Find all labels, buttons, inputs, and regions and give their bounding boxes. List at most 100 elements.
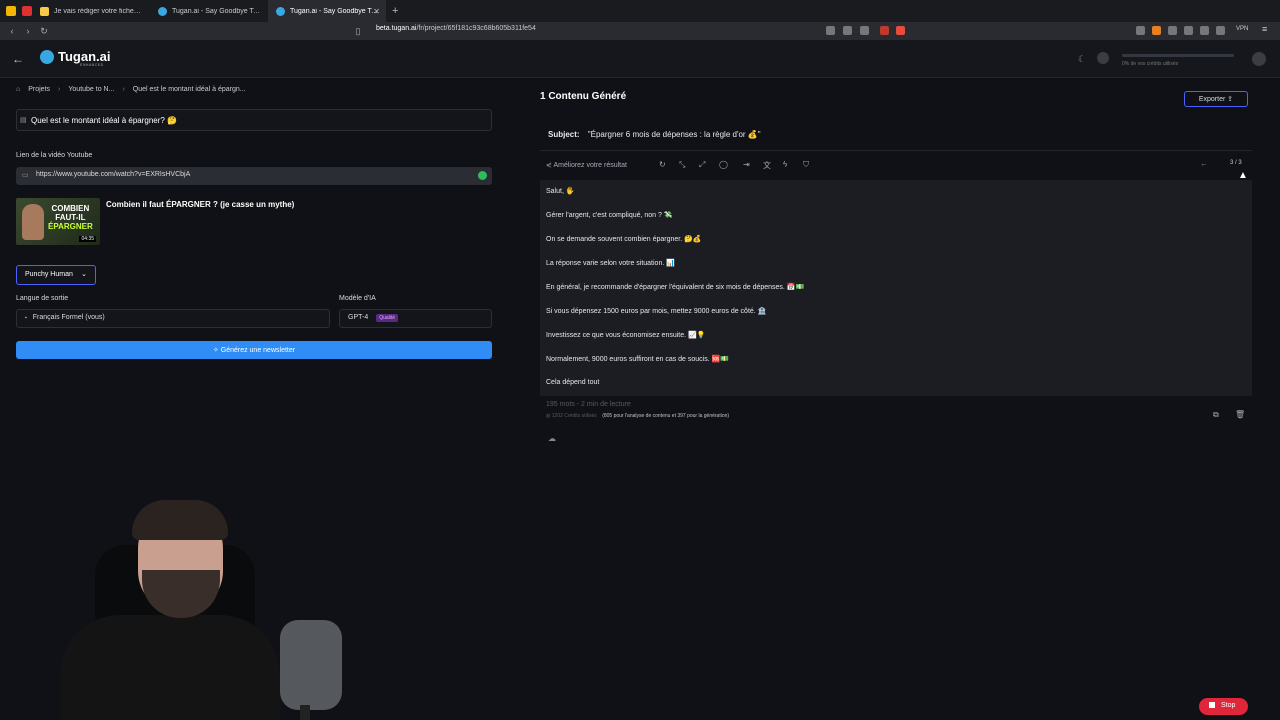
content-paragraph: Cela dépend tout [546,379,600,386]
dark-mode-icon[interactable]: ☾ [1078,54,1086,65]
cloud-icon[interactable]: ☁ [548,434,556,443]
breadcrumb-item-projects[interactable]: Projets [28,86,50,93]
thumbnail-line-1: COMBIEN [51,204,90,213]
back-arrow-icon[interactable]: ‹ [4,26,20,36]
tab-fiverr[interactable]: Je vais rédiger votre fiche produit [32,0,150,22]
extension-icon[interactable] [860,26,869,35]
person-body [60,615,280,720]
check-icon [478,171,487,180]
shorten-icon[interactable]: ⤡ [679,160,685,170]
vpn-button[interactable]: VPN [1236,26,1248,32]
extension-icon[interactable] [1184,26,1193,35]
forward-arrow-icon[interactable]: › [20,26,36,36]
content-paragraph: Si vous dépensez 1500 euros par mois, me… [546,308,767,315]
project-title-value: Quel est le montant idéal à épargner? 🤔 [31,116,178,125]
improve-result-button[interactable]: ⋞ Améliorez votre résultat [546,161,627,169]
generate-newsletter-button[interactable]: ✧ Générez une newsletter [16,341,492,359]
word-count: 195 mots - 2 min de lecture [546,401,631,408]
previous-version-icon[interactable]: ← [1200,159,1208,168]
bookmark-icon[interactable]: ▯ [350,26,366,37]
credits-used-value: 1202 Crédits utilisés [551,413,597,419]
subject-label: Subject: [548,130,580,139]
brave-rewards-icon[interactable] [896,26,905,35]
tab-title: Je vais rédiger votre fiche produit [54,7,142,15]
model-select[interactable]: GPT-4 Qualité [339,309,492,328]
tugan-logo-icon [40,50,54,64]
video-link-value: https://www.youtube.com/watch?v=EXRIsHVC… [36,171,191,178]
extension-icon[interactable] [1168,26,1177,35]
circle-icon[interactable]: ◯ [719,160,728,169]
sidebar-icon[interactable] [1200,26,1209,35]
tab-tugan-active[interactable]: Tugan.ai - Say Goodbye To Yo ✕ [268,0,386,22]
content-paragraph: En général, je recommande d'épargner l'é… [546,284,805,291]
generated-content-body[interactable]: Salut, 🖐️ Gérer l'argent, c'est compliqu… [540,180,1252,396]
tab-title: Tugan.ai - Say Goodbye To Yo [290,7,378,15]
new-tab-icon[interactable]: + [392,5,398,17]
breadcrumb-item-youtube[interactable]: Youtube to N... [68,86,114,93]
upload-icon: ⇪ [1227,96,1234,103]
document-icon: ▤ [20,117,27,124]
content-paragraph: Investissez ce que vous économisez ensui… [546,332,706,339]
coin-icon: ◍ [546,413,551,419]
back-arrow-icon[interactable]: ← [12,52,24,66]
presenter-figure [22,204,44,240]
extension-icon[interactable] [1152,26,1161,35]
thumbnail-line-3: ÉPARGNER [48,222,93,231]
content-toolbar: ⋞ Améliorez votre résultat ↻ ⤡ ⤢ ◯ ⇥ 文 ϟ… [540,150,1252,180]
url-host: beta.tugan.ai [376,25,417,32]
reload-icon[interactable]: ↻ [36,26,52,37]
project-title-input[interactable]: ▤ Quel est le montant idéal à épargner? … [16,109,492,131]
tab-favicon-icon [158,6,167,16]
browser-tab-bar: Je vais rédiger votre fiche produit Tuga… [0,0,1280,22]
app-logo[interactable]: Tugan.ai [58,49,110,64]
lightning-icon[interactable]: ϟ [783,160,787,169]
stop-label: Stop [1221,702,1236,709]
content-paragraph: La réponse varie selon votre situation. … [546,260,675,267]
status-icon[interactable] [1097,52,1109,64]
app-logo-sub: ENHANCED [80,63,104,67]
chevron-right-icon: › [122,86,125,93]
version-pager: 3 / 3 [1230,160,1242,166]
generated-content-heading: 1 Contenu Généré [540,91,627,102]
continue-icon[interactable]: ⇥ [743,160,750,169]
wallet-icon[interactable] [1216,26,1225,35]
breadcrumb: ⌂ Projets › Youtube to N... › Quel est l… [16,86,246,93]
shield-icon[interactable]: ⛉ [803,160,809,170]
tab-tugan-1[interactable]: Tugan.ai - Say Goodbye To Your C [150,0,268,22]
brave-shield-icon[interactable] [880,26,889,35]
thumbnail-text: COMBIEN FAUT-IL ÉPARGNER [48,204,93,231]
writing-style-select[interactable]: Punchy Human ⌄ [16,265,96,285]
app-header: ← Tugan.ai ENHANCED ☾ 0% de vos crédits … [0,40,1280,78]
person-hair [132,500,228,540]
content-paragraph: On se demande souvent combien épargner. … [546,236,702,243]
chevron-down-icon: ⌄ [81,271,87,278]
youtube-tab-icon[interactable] [22,6,32,16]
url-field[interactable]: beta.tugan.ai/fr/project/65f181c93c68b60… [376,25,536,32]
tab-title: Tugan.ai - Say Goodbye To Your C [172,7,260,15]
extension-icon[interactable] [1136,26,1145,35]
stop-recording-button[interactable]: Stop [1199,698,1248,715]
breadcrumb-item-current: Quel est le montant idéal à épargn... [132,86,246,93]
home-icon: ⌂ [16,86,21,93]
regenerate-icon[interactable]: ↻ [659,160,666,169]
improve-label: Améliorez votre résultat [553,162,627,169]
address-bar-row: ‹ › ↻ ▯ beta.tugan.ai/fr/project/65f181c… [0,22,1280,40]
export-button[interactable]: Exporter ⇪ [1184,91,1248,107]
pinned-tab-icon[interactable] [6,6,16,16]
trash-icon[interactable]: 🗑 [1235,410,1245,419]
close-tab-icon[interactable]: ✕ [373,7,380,16]
extension-icon[interactable] [843,26,852,35]
copy-icon[interactable]: ⧉ [1213,410,1219,420]
expand-icon[interactable]: ⤢ [699,160,705,170]
user-avatar[interactable] [1252,52,1266,66]
video-thumbnail[interactable]: COMBIEN FAUT-IL ÉPARGNER 04:35 [16,198,100,245]
content-paragraph: Gérer l'argent, c'est compliqué, non ? 💸 [546,212,673,219]
language-select[interactable]: ▪ Français Formel (vous) [16,309,330,328]
credits-detail: (805 pour l'analyse de contenu et 397 po… [602,413,730,419]
cast-icon[interactable] [826,26,835,35]
translate-icon[interactable]: 文 [763,160,771,171]
video-link-input[interactable]: ▭ https://www.youtube.com/watch?v=EXRIsH… [16,167,492,185]
tab-favicon-icon [276,6,285,16]
generate-newsletter-label: Générez une newsletter [220,347,296,354]
menu-icon[interactable]: ≡ [1262,24,1267,34]
